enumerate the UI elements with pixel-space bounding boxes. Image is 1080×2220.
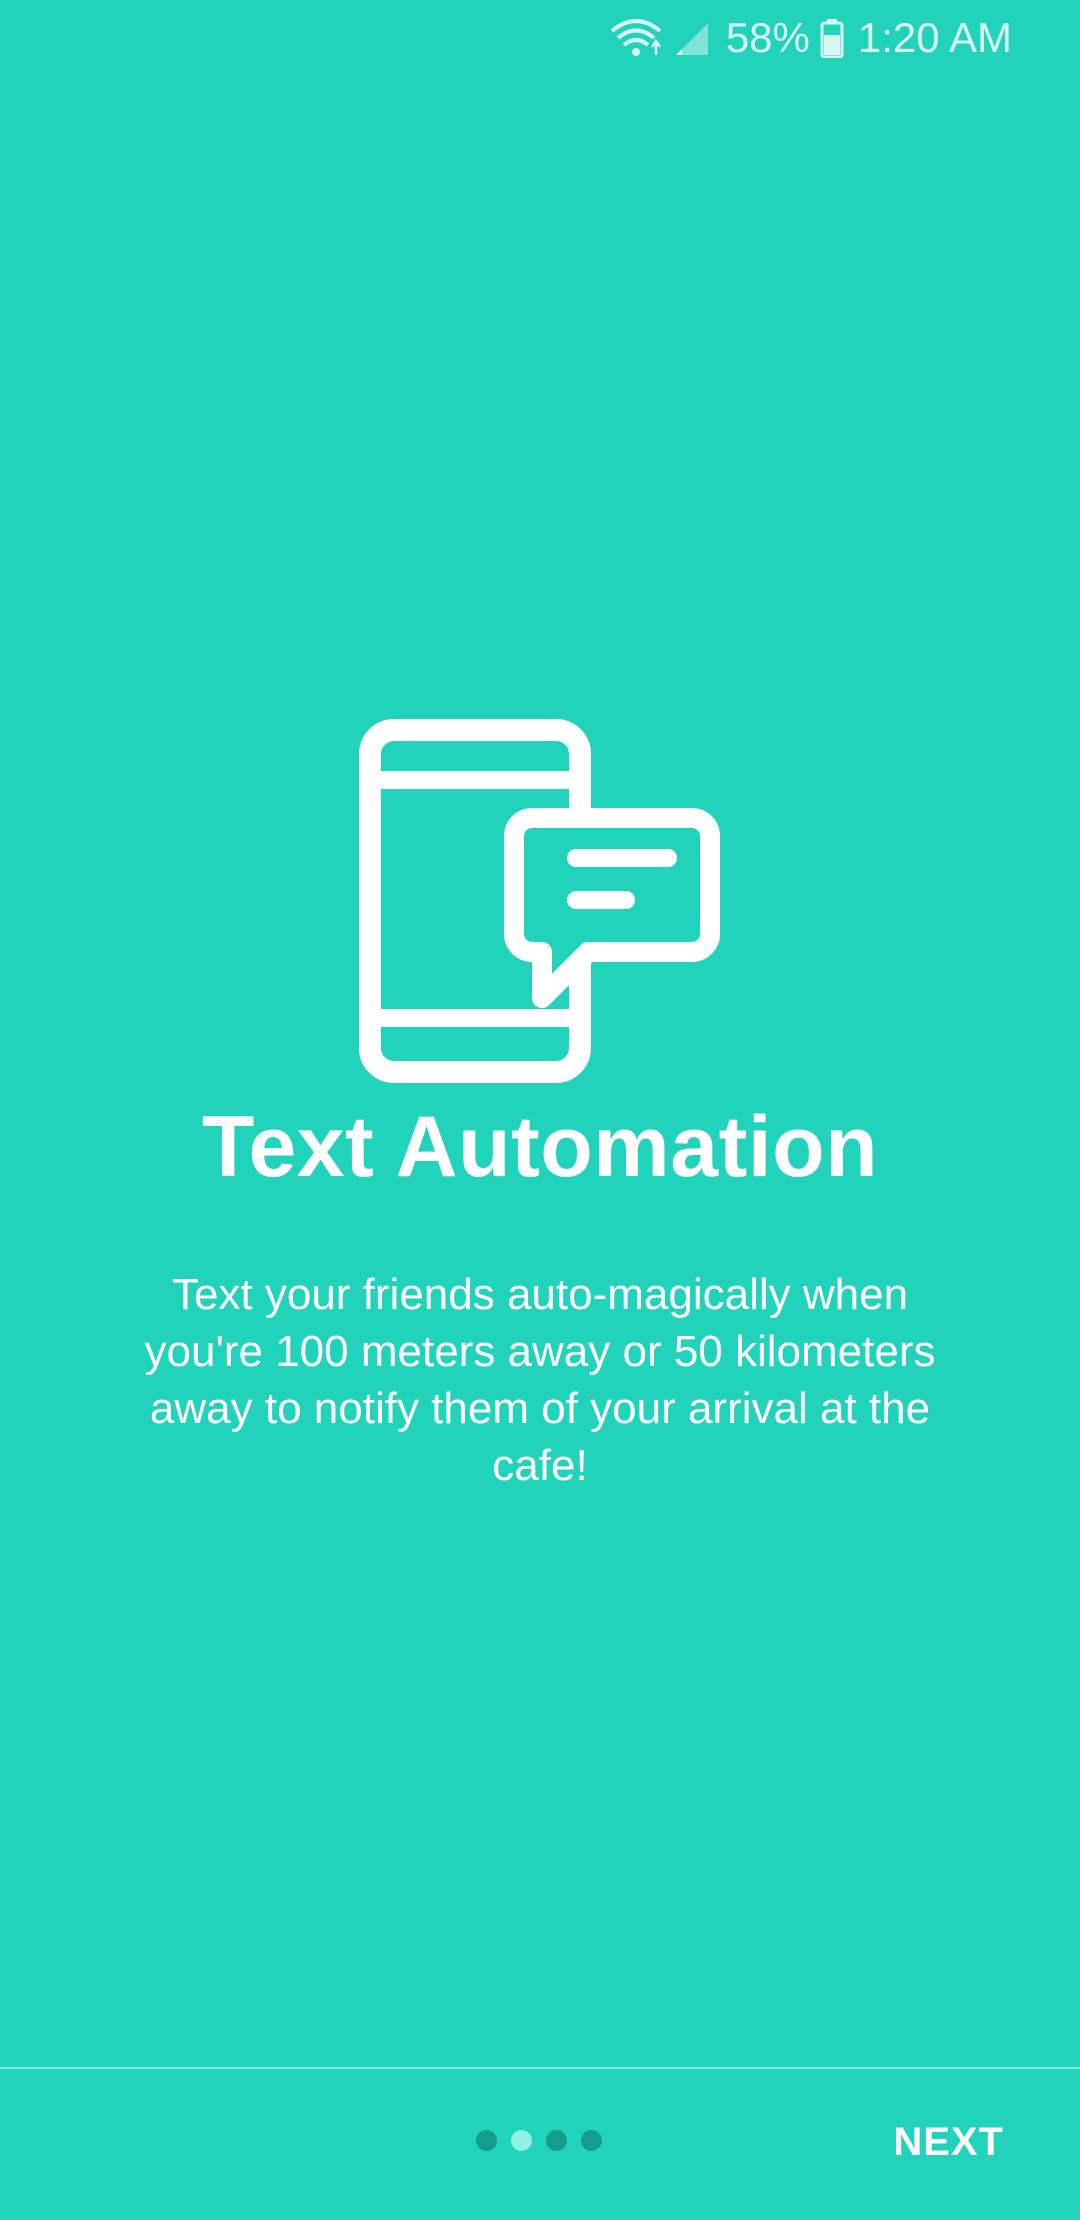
page-description: Text your friends auto-magically when yo… xyxy=(144,1270,936,1490)
status-icons: 58% 1:20 AM xyxy=(608,12,1012,64)
cell-signal-icon xyxy=(674,19,710,57)
page-title: Text Automation xyxy=(201,1099,879,1195)
battery-percentage: 58% xyxy=(725,14,810,61)
next-button[interactable]: NEXT xyxy=(893,2120,1004,2165)
wifi-icon xyxy=(608,17,664,59)
status-bar: 58% 1:20 AM xyxy=(0,0,1080,76)
page-dot-4 xyxy=(581,2130,602,2151)
divider xyxy=(0,2067,1080,2069)
page-dot-2 xyxy=(511,2130,532,2151)
battery-icon xyxy=(820,18,844,58)
clock: 1:20 AM xyxy=(857,14,1012,61)
page-dot-3 xyxy=(546,2130,567,2151)
phone-message-icon xyxy=(358,718,722,1084)
page-dot-1 xyxy=(476,2130,497,2151)
page-indicator xyxy=(476,2130,602,2151)
